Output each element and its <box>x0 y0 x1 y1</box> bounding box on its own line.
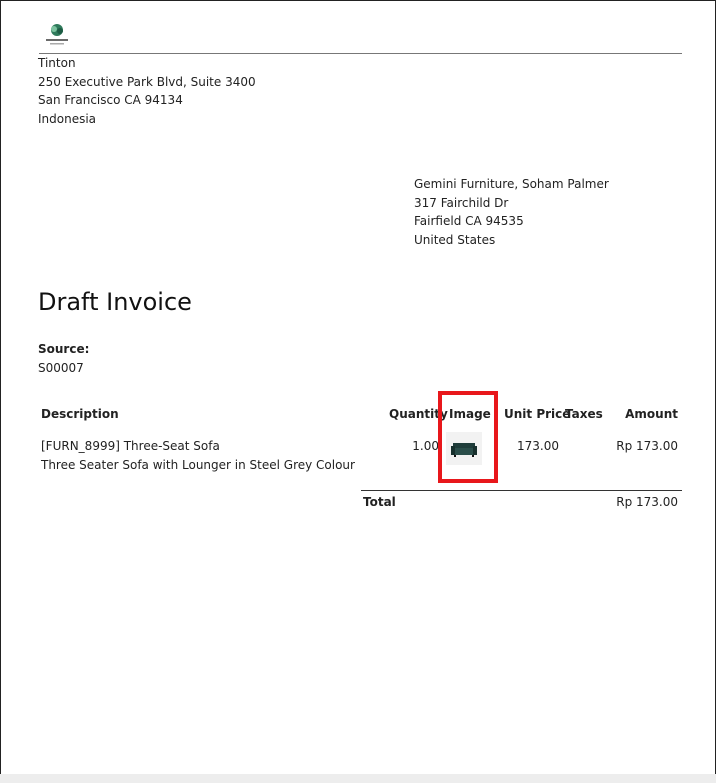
company-address: Tinton 250 Executive Park Blvd, Suite 34… <box>38 54 256 128</box>
header-description: Description <box>41 407 119 421</box>
total-divider <box>361 490 682 491</box>
row-description: Three Seater Sofa with Lounger in Steel … <box>41 458 355 472</box>
header-taxes: Taxes <box>565 407 603 421</box>
row-quantity: 1.00 <box>412 439 439 453</box>
customer-address: Gemini Furniture, Soham Palmer 317 Fairc… <box>414 175 609 249</box>
row-amount: Rp 173.00 <box>616 439 678 453</box>
customer-country: United States <box>414 232 496 247</box>
header-amount: Amount <box>625 407 678 421</box>
source-label: Source: <box>38 342 90 356</box>
customer-name: Gemini Furniture, Soham Palmer <box>414 177 609 191</box>
image-column-highlight <box>438 391 498 483</box>
company-logo-icon <box>46 24 68 45</box>
invoice-title: Draft Invoice <box>38 288 192 316</box>
row-unit-price: 173.00 <box>517 439 559 453</box>
company-name: Tinton <box>38 56 76 70</box>
total-value: Rp 173.00 <box>616 495 678 509</box>
company-street: 250 Executive Park Blvd, Suite 3400 <box>38 74 256 89</box>
total-label: Total <box>363 495 396 509</box>
invoice-page: Tinton 250 Executive Park Blvd, Suite 34… <box>0 0 716 774</box>
customer-street: 317 Fairchild Dr <box>414 195 509 210</box>
company-city: San Francisco CA 94134 <box>38 93 183 107</box>
source-value: S00007 <box>38 361 84 375</box>
company-country: Indonesia <box>38 111 97 126</box>
header-unit-price: Unit Price <box>504 407 571 421</box>
customer-city: Fairfield CA 94535 <box>414 214 524 228</box>
row-product: [FURN_8999] Three-Seat Sofa <box>41 439 220 453</box>
